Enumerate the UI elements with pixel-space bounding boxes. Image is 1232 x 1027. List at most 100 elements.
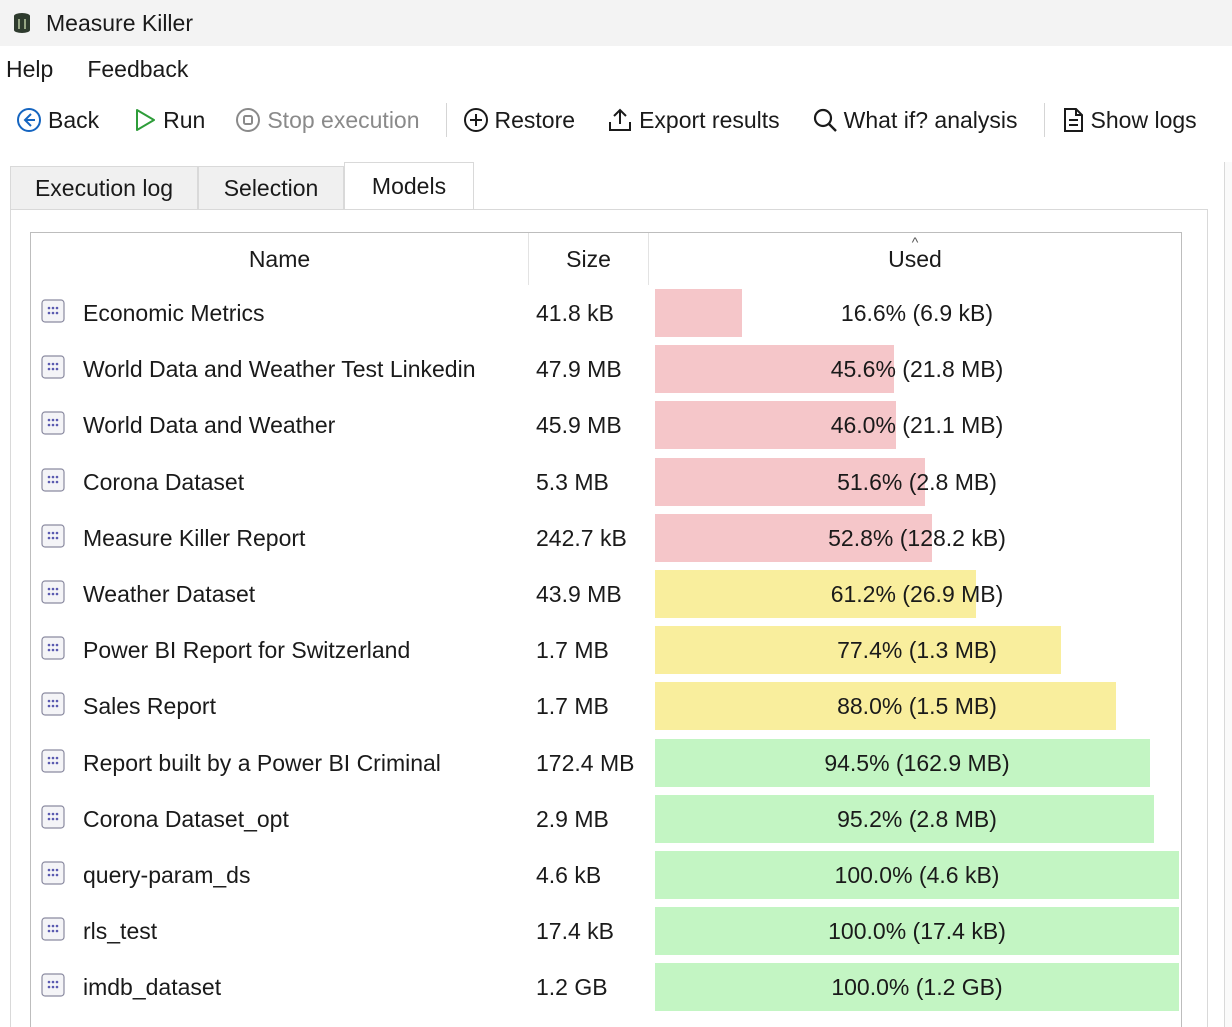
model-name: rls_test <box>83 918 158 945</box>
run-label: Run <box>163 106 206 133</box>
column-header-name[interactable]: Name <box>31 233 529 285</box>
menu-bar: Help Feedback <box>0 46 1232 92</box>
model-name: Corona Dataset <box>83 468 245 495</box>
model-icon <box>41 692 65 716</box>
model-icon <box>41 917 65 941</box>
used-text: 100.0% (1.2 GB) <box>831 974 1003 1001</box>
what-if-analysis-label: What if? analysis <box>843 106 1018 133</box>
model-name: World Data and Weather Test Linkedin <box>83 356 476 383</box>
column-header-size-label: Size <box>566 245 611 272</box>
model-size: 47.9 MB <box>536 356 622 383</box>
model-icon <box>41 355 65 379</box>
table-row[interactable]: Report built by a Power BI Criminal 172.4… <box>31 735 1181 791</box>
model-size: 41.8 kB <box>536 300 614 326</box>
model-name: Weather Dataset <box>83 581 256 607</box>
column-header-size[interactable]: Size <box>529 233 649 285</box>
table-row[interactable]: World Data and Weather 45.9 MB 46.0% (21.1… <box>31 397 1181 453</box>
menu-feedback[interactable]: Feedback <box>69 56 204 83</box>
model-name: Sales Report <box>83 693 216 720</box>
model-name: Report built by a Power BI Criminal <box>83 749 441 776</box>
app-logo-icon <box>14 13 30 33</box>
used-text: 88.0% (1.5 MB) <box>837 693 997 720</box>
table-row[interactable]: World Data and Weather Test Linkedin 47.9… <box>31 341 1181 397</box>
table-row[interactable]: Weather Dataset 43.9 MB 61.2% (26.9 MB) <box>31 566 1181 622</box>
restore-button[interactable]: Restore <box>463 106 576 134</box>
table-row[interactable]: Sales Report 1.7 MB 88.0% (1.5 MB) <box>31 678 1181 734</box>
table-row[interactable]: query-param_ds 4.6 kB 100.0% (4.6 kB) <box>31 847 1181 903</box>
table-row[interactable]: imdb_dataset 1.2 GB 100.0% (1.2 GB) <box>31 959 1181 1015</box>
used-text: 61.2% (26.9 MB) <box>830 581 1004 607</box>
model-name: Measure Killer Report <box>83 524 306 551</box>
used-bar-cell: 95.2% (2.8 MB) <box>655 794 1179 843</box>
search-icon <box>813 108 837 132</box>
used-bar-cell: 52.8% (128.2 kB) <box>655 513 1179 562</box>
model-size: 172.4 MB <box>536 749 635 776</box>
used-text: 94.5% (162.9 MB) <box>824 749 1010 776</box>
play-icon <box>136 109 156 131</box>
model-size: 1.7 MB <box>536 693 609 720</box>
model-icon <box>41 580 65 604</box>
used-bar-cell: 16.6% (6.9 kB) <box>655 289 1179 337</box>
used-bar-cell: 100.0% (17.4 kB) <box>655 907 1179 956</box>
used-bar-cell: 77.4% (1.3 MB) <box>655 626 1179 675</box>
model-size: 5.3 MB <box>536 468 609 495</box>
used-bar-cell: 88.0% (1.5 MB) <box>655 682 1179 731</box>
models-table: Name Size ^ Used Economic Metrics 41.8 kB… <box>30 232 1182 1027</box>
back-button[interactable]: Back <box>16 107 99 134</box>
used-text: 46.0% (21.1 MB) <box>830 412 1004 439</box>
table-row[interactable]: Economic Metrics 41.8 kB 16.6% (6.9 kB) <box>31 285 1181 341</box>
table-row[interactable]: Corona Dataset 5.3 MB 51.6% (2.8 MB) <box>31 454 1181 510</box>
model-size: 1.7 MB <box>536 637 609 664</box>
table-row[interactable]: Power BI Report for Switzerland 1.7 MB 77.… <box>31 622 1181 678</box>
stop-execution-button[interactable]: Stop execution <box>235 107 420 134</box>
model-size: 43.9 MB <box>536 581 622 607</box>
run-button[interactable]: Run <box>133 107 205 134</box>
table-row[interactable]: Corona Dataset_opt 2.9 MB 95.2% (2.8 MB) <box>31 791 1181 847</box>
back-arrow-icon <box>17 108 41 132</box>
used-text: 95.2% (2.8 MB) <box>837 805 997 832</box>
stop-icon <box>236 108 261 132</box>
toolbar: Back Run Stop execution Restore Export r… <box>0 92 1232 148</box>
column-header-used[interactable]: ^ Used <box>649 233 1181 285</box>
export-results-button[interactable]: Export results <box>607 107 780 134</box>
menu-help[interactable]: Help <box>0 56 69 83</box>
model-icon <box>41 636 65 660</box>
model-icon <box>41 524 65 548</box>
model-name: Economic Metrics <box>83 300 265 326</box>
tab-execution-log[interactable]: Execution log <box>10 166 198 210</box>
used-text: 100.0% (4.6 kB) <box>834 862 1000 888</box>
model-name: query-param_ds <box>83 862 251 888</box>
toolbar-separator-2 <box>1043 103 1045 137</box>
used-bar-cell: 100.0% (4.6 kB) <box>655 851 1179 899</box>
model-name: imdb_dataset <box>83 974 222 1001</box>
model-icon <box>41 805 65 829</box>
model-size: 1.2 GB <box>536 974 608 1001</box>
model-size: 242.7 kB <box>536 524 627 551</box>
model-size: 4.6 kB <box>536 862 602 888</box>
tab-models[interactable]: Models <box>344 162 474 210</box>
used-bar-cell: 51.6% (2.8 MB) <box>655 457 1179 506</box>
used-bar-cell: 45.6% (21.8 MB) <box>655 345 1179 394</box>
document-icon <box>1063 108 1083 132</box>
model-icon <box>41 467 65 492</box>
what-if-analysis-button[interactable]: What if? analysis <box>812 107 1018 134</box>
export-results-label: Export results <box>639 106 780 133</box>
model-icon <box>41 411 65 435</box>
show-logs-button[interactable]: Show logs <box>1061 107 1197 134</box>
model-icon <box>41 748 65 773</box>
tab-selection[interactable]: Selection <box>198 166 344 210</box>
table-header: Name Size ^ Used <box>31 233 1181 285</box>
model-icon <box>41 299 65 323</box>
window-title: Measure Killer <box>46 9 193 36</box>
used-text: 52.8% (128.2 kB) <box>828 524 1006 551</box>
tab-strip: Execution log Selection Models <box>10 162 474 210</box>
used-text: 16.6% (6.9 kB) <box>840 300 994 326</box>
restore-label: Restore <box>494 106 576 133</box>
toolbar-separator <box>445 103 447 137</box>
table-row[interactable]: Measure Killer Report 242.7 kB 52.8% (128.… <box>31 510 1181 566</box>
model-name: Power BI Report for Switzerland <box>83 637 411 664</box>
back-label: Back <box>48 106 100 133</box>
column-header-name-label: Name <box>248 245 311 272</box>
used-text: 45.6% (21.8 MB) <box>830 356 1004 383</box>
table-row[interactable]: rls_test 17.4 kB 100.0% (17.4 kB) <box>31 903 1181 959</box>
